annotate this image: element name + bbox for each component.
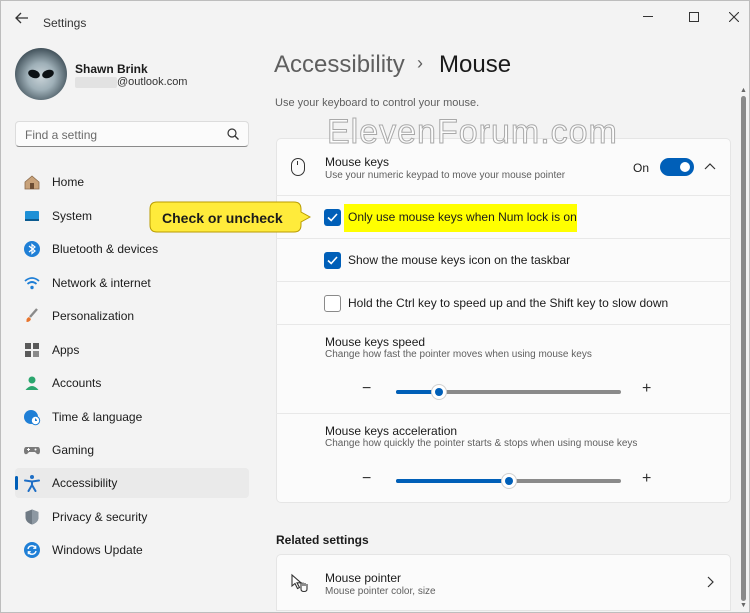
sidebar-item-accounts[interactable]: Accounts [15,368,249,398]
gamepad-icon [24,447,40,455]
toggle-state-label: On [633,161,650,175]
sidebar-item-label: Accounts [52,376,102,390]
speed-slider-thumb[interactable] [431,384,447,400]
taskbar-icon-label: Show the mouse keys icon on the taskbar [348,253,571,267]
acceleration-subtitle: Change how quickly the pointer starts & … [325,438,638,449]
acceleration-slider-fill [396,479,509,483]
close-button[interactable] [711,3,749,31]
speed-subtitle: Change how fast the pointer moves when u… [325,349,592,360]
shield-icon [25,509,39,525]
numlock-checkbox[interactable] [324,209,341,226]
user-email: @outlook.com [117,76,188,88]
sidebar-item-label: Time & language [52,410,143,424]
speed-slider[interactable] [396,384,621,400]
ctrl-shift-label: Hold the Ctrl key to speed up and the Sh… [348,296,669,310]
sidebar-item-label: Bluetooth & devices [52,242,159,256]
related-settings-heading: Related settings [276,533,369,547]
divider [276,195,731,196]
sidebar-item-label: System [52,209,93,223]
person-icon [25,376,39,390]
callout-text: Check or uncheck [162,210,283,226]
minimize-button[interactable] [625,3,671,31]
user-name: Shawn Brink [75,62,148,76]
sidebar-item-accessibility[interactable]: Accessibility [15,468,249,498]
wifi-icon [24,277,40,290]
active-indicator [15,476,18,490]
mouse-keys-title: Mouse keys [325,155,390,169]
app-title: Settings [43,16,87,30]
divider [276,324,731,325]
scroll-up-icon[interactable]: ▲ [740,87,747,94]
breadcrumb-parent[interactable]: Accessibility [274,51,405,79]
avatar[interactable] [15,48,67,100]
scroll-down-icon[interactable]: ▼ [740,602,747,609]
sidebar-item-label: Home [52,175,85,189]
mouse-pointer-title: Mouse pointer [325,571,402,585]
sidebar-item-label: Privacy & security [52,510,148,524]
sidebar-item-bluetooth[interactable]: Bluetooth & devices [15,234,249,264]
title-bar: Settings [1,1,749,35]
speed-decrease-icon[interactable]: − [362,380,371,398]
breadcrumb-separator: › [417,53,423,73]
sidebar-item-personalization[interactable]: Personalization [15,301,249,331]
sidebar-item-label: Apps [52,343,80,357]
acceleration-slider-thumb[interactable] [501,473,517,489]
search-placeholder: Find a setting [25,128,98,142]
speed-increase-icon[interactable]: + [642,380,651,398]
search-icon [227,128,239,140]
page-description: Use your keyboard to control your mouse. [275,97,480,109]
sidebar-item-label: Accessibility [52,476,118,490]
update-icon [24,542,40,558]
numlock-label: Only use mouse keys when Num lock is on [348,210,577,224]
brush-icon [26,308,38,322]
sidebar-item-windows-update[interactable]: Windows Update [15,535,249,565]
back-arrow-icon[interactable] [9,7,35,29]
sidebar-item-time-language[interactable]: Time & language [15,402,249,432]
sidebar-item-label: Gaming [52,443,95,457]
mouse-keys-subtitle: Use your numeric keypad to move your mou… [325,170,566,181]
divider [276,281,731,282]
acceleration-slider[interactable] [396,473,621,489]
search-input[interactable]: Find a setting [15,121,249,147]
mouse-icon [291,158,305,176]
accessibility-icon [24,475,40,492]
sidebar-item-label: Personalization [52,309,135,323]
taskbar-icon-checkbox[interactable] [324,252,341,269]
sidebar-item-home[interactable]: Home [15,167,249,197]
ctrl-shift-checkbox[interactable] [324,295,341,312]
mouse-keys-toggle[interactable] [660,158,694,176]
mouse-pointer-subtitle: Mouse pointer color, size [325,586,436,597]
email-redaction [75,77,117,88]
home-icon [24,175,40,190]
sidebar-item-label: Network & internet [52,276,151,290]
sidebar-item-apps[interactable]: Apps [15,335,249,365]
sidebar-item-privacy[interactable]: Privacy & security [15,502,249,532]
globe-clock-icon [24,410,41,426]
sidebar-item-gaming[interactable]: Gaming [15,435,249,465]
chevron-up-icon[interactable] [704,159,716,173]
acceleration-increase-icon[interactable]: + [642,470,651,488]
acceleration-decrease-icon[interactable]: − [362,470,371,488]
settings-window: Settings Shawn Brink @outlook.com Find a… [0,0,750,613]
sidebar-item-network[interactable]: Network & internet [15,268,249,298]
page-title: Mouse [439,51,512,78]
mouse-pointer-icon [291,573,308,593]
sidebar-item-label: Windows Update [52,543,143,557]
chevron-right-icon [706,575,714,591]
acceleration-title: Mouse keys acceleration [325,424,458,438]
bluetooth-icon [24,241,40,257]
speed-title: Mouse keys speed [325,335,426,349]
watermark: ElevenForum.com [327,113,618,152]
apps-icon [25,343,39,357]
scrollbar[interactable] [741,96,746,601]
divider [276,238,731,239]
divider [276,413,731,414]
system-icon [25,211,39,221]
